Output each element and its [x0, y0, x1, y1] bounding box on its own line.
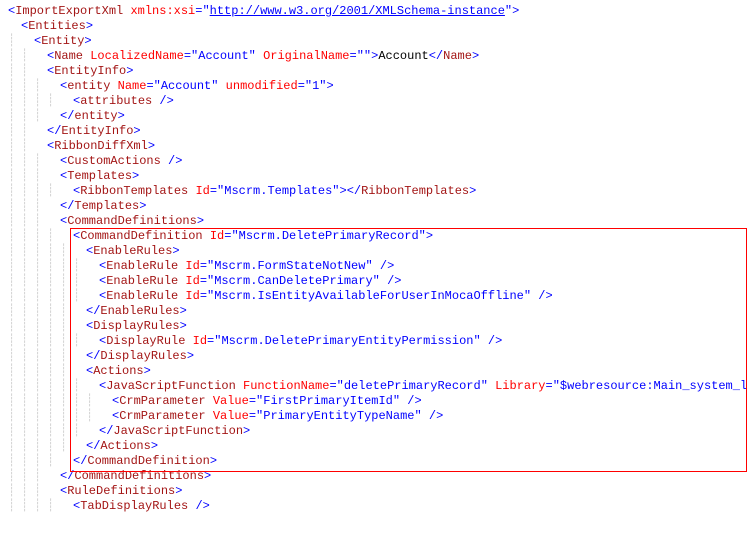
- code-content: <attributes />: [4, 94, 174, 108]
- code-content: <Name LocalizedName="Account" OriginalNa…: [4, 49, 479, 63]
- code-line: ┊┊┊<RuleDefinitions>: [4, 484, 743, 499]
- code-content: <Entity>: [4, 34, 92, 48]
- code-content: <DisplayRules>: [4, 319, 187, 333]
- code-line: ┊┊<EntityInfo>: [4, 64, 743, 79]
- code-line: ┊┊┊┊┊┊<EnableRule Id="Mscrm.CanDeletePri…: [4, 274, 743, 289]
- code-content: <RuleDefinitions>: [4, 484, 182, 498]
- code-line: ┊┊┊</Templates>: [4, 199, 743, 214]
- code-line: ┊┊<RibbonDiffXml>: [4, 139, 743, 154]
- code-line: ┊┊┊┊┊<Actions>: [4, 364, 743, 379]
- code-line: ┊┊┊┊┊<EnableRules>: [4, 244, 743, 259]
- code-line: ┊<Entity>: [4, 34, 743, 49]
- code-content: </EnableRules>: [4, 304, 187, 318]
- code-line: ┊┊┊┊┊<DisplayRules>: [4, 319, 743, 334]
- code-line: ┊┊┊┊┊┊┊<CrmParameter Value="PrimaryEntit…: [4, 409, 743, 424]
- code-line: ┊┊┊┊<RibbonTemplates Id="Mscrm.Templates…: [4, 184, 743, 199]
- xml-code-viewer: <ImportExportXml xmlns:xsi="http://www.w…: [4, 4, 743, 514]
- code-line: ┊┊┊<entity Name="Account" unmodified="1"…: [4, 79, 743, 94]
- code-line: ┊┊┊┊┊┊<JavaScriptFunction FunctionName="…: [4, 379, 743, 394]
- code-content: <entity Name="Account" unmodified="1">: [4, 79, 334, 93]
- code-content: <CommandDefinition Id="Mscrm.DeletePrima…: [4, 229, 433, 243]
- code-line: ┊┊┊</CommandDefinitions>: [4, 469, 743, 484]
- code-line: ┊┊┊┊┊┊<EnableRule Id="Mscrm.IsEntityAvai…: [4, 289, 743, 304]
- code-line: ┊┊┊┊┊</EnableRules>: [4, 304, 743, 319]
- code-line: ┊┊┊┊┊┊<DisplayRule Id="Mscrm.DeletePrima…: [4, 334, 743, 349]
- code-line: ┊┊┊<CustomActions />: [4, 154, 743, 169]
- code-line: ┊┊┊┊┊┊</JavaScriptFunction>: [4, 424, 743, 439]
- code-line: ┊┊┊┊┊┊<EnableRule Id="Mscrm.FormStateNot…: [4, 259, 743, 274]
- code-content: <CrmParameter Value="PrimaryEntityTypeNa…: [4, 409, 443, 423]
- code-line: ┊┊┊┊<attributes />: [4, 94, 743, 109]
- code-line: ┊┊┊┊┊</DisplayRules>: [4, 349, 743, 364]
- code-line: ┊┊┊<CommandDefinitions>: [4, 214, 743, 229]
- code-line: ┊┊┊┊┊</Actions>: [4, 439, 743, 454]
- code-line: ┊┊┊<Templates>: [4, 169, 743, 184]
- code-content: <EnableRule Id="Mscrm.IsEntityAvailableF…: [4, 289, 553, 303]
- code-content: <JavaScriptFunction FunctionName="delete…: [4, 379, 747, 393]
- code-line: <Entities>: [4, 19, 743, 34]
- code-line: ┊┊┊┊┊┊┊<CrmParameter Value="FirstPrimary…: [4, 394, 743, 409]
- code-line: ┊┊┊┊<CommandDefinition Id="Mscrm.DeleteP…: [4, 229, 743, 244]
- code-content: <EnableRules>: [4, 244, 180, 258]
- code-line: <ImportExportXml xmlns:xsi="http://www.w…: [4, 4, 743, 19]
- code-line: ┊┊┊</entity>: [4, 109, 743, 124]
- code-line: ┊┊┊┊</CommandDefinition>: [4, 454, 743, 469]
- code-content: </DisplayRules>: [4, 349, 194, 363]
- code-content: <CustomActions />: [4, 154, 182, 168]
- code-line: ┊┊┊┊<TabDisplayRules />: [4, 499, 743, 514]
- code-content: <Entities>: [4, 19, 93, 33]
- code-content: <RibbonTemplates Id="Mscrm.Templates"></…: [4, 184, 476, 198]
- code-line: ┊┊</EntityInfo>: [4, 124, 743, 139]
- code-line: ┊┊<Name LocalizedName="Account" Original…: [4, 49, 743, 64]
- code-content: <ImportExportXml xmlns:xsi="http://www.w…: [4, 4, 519, 18]
